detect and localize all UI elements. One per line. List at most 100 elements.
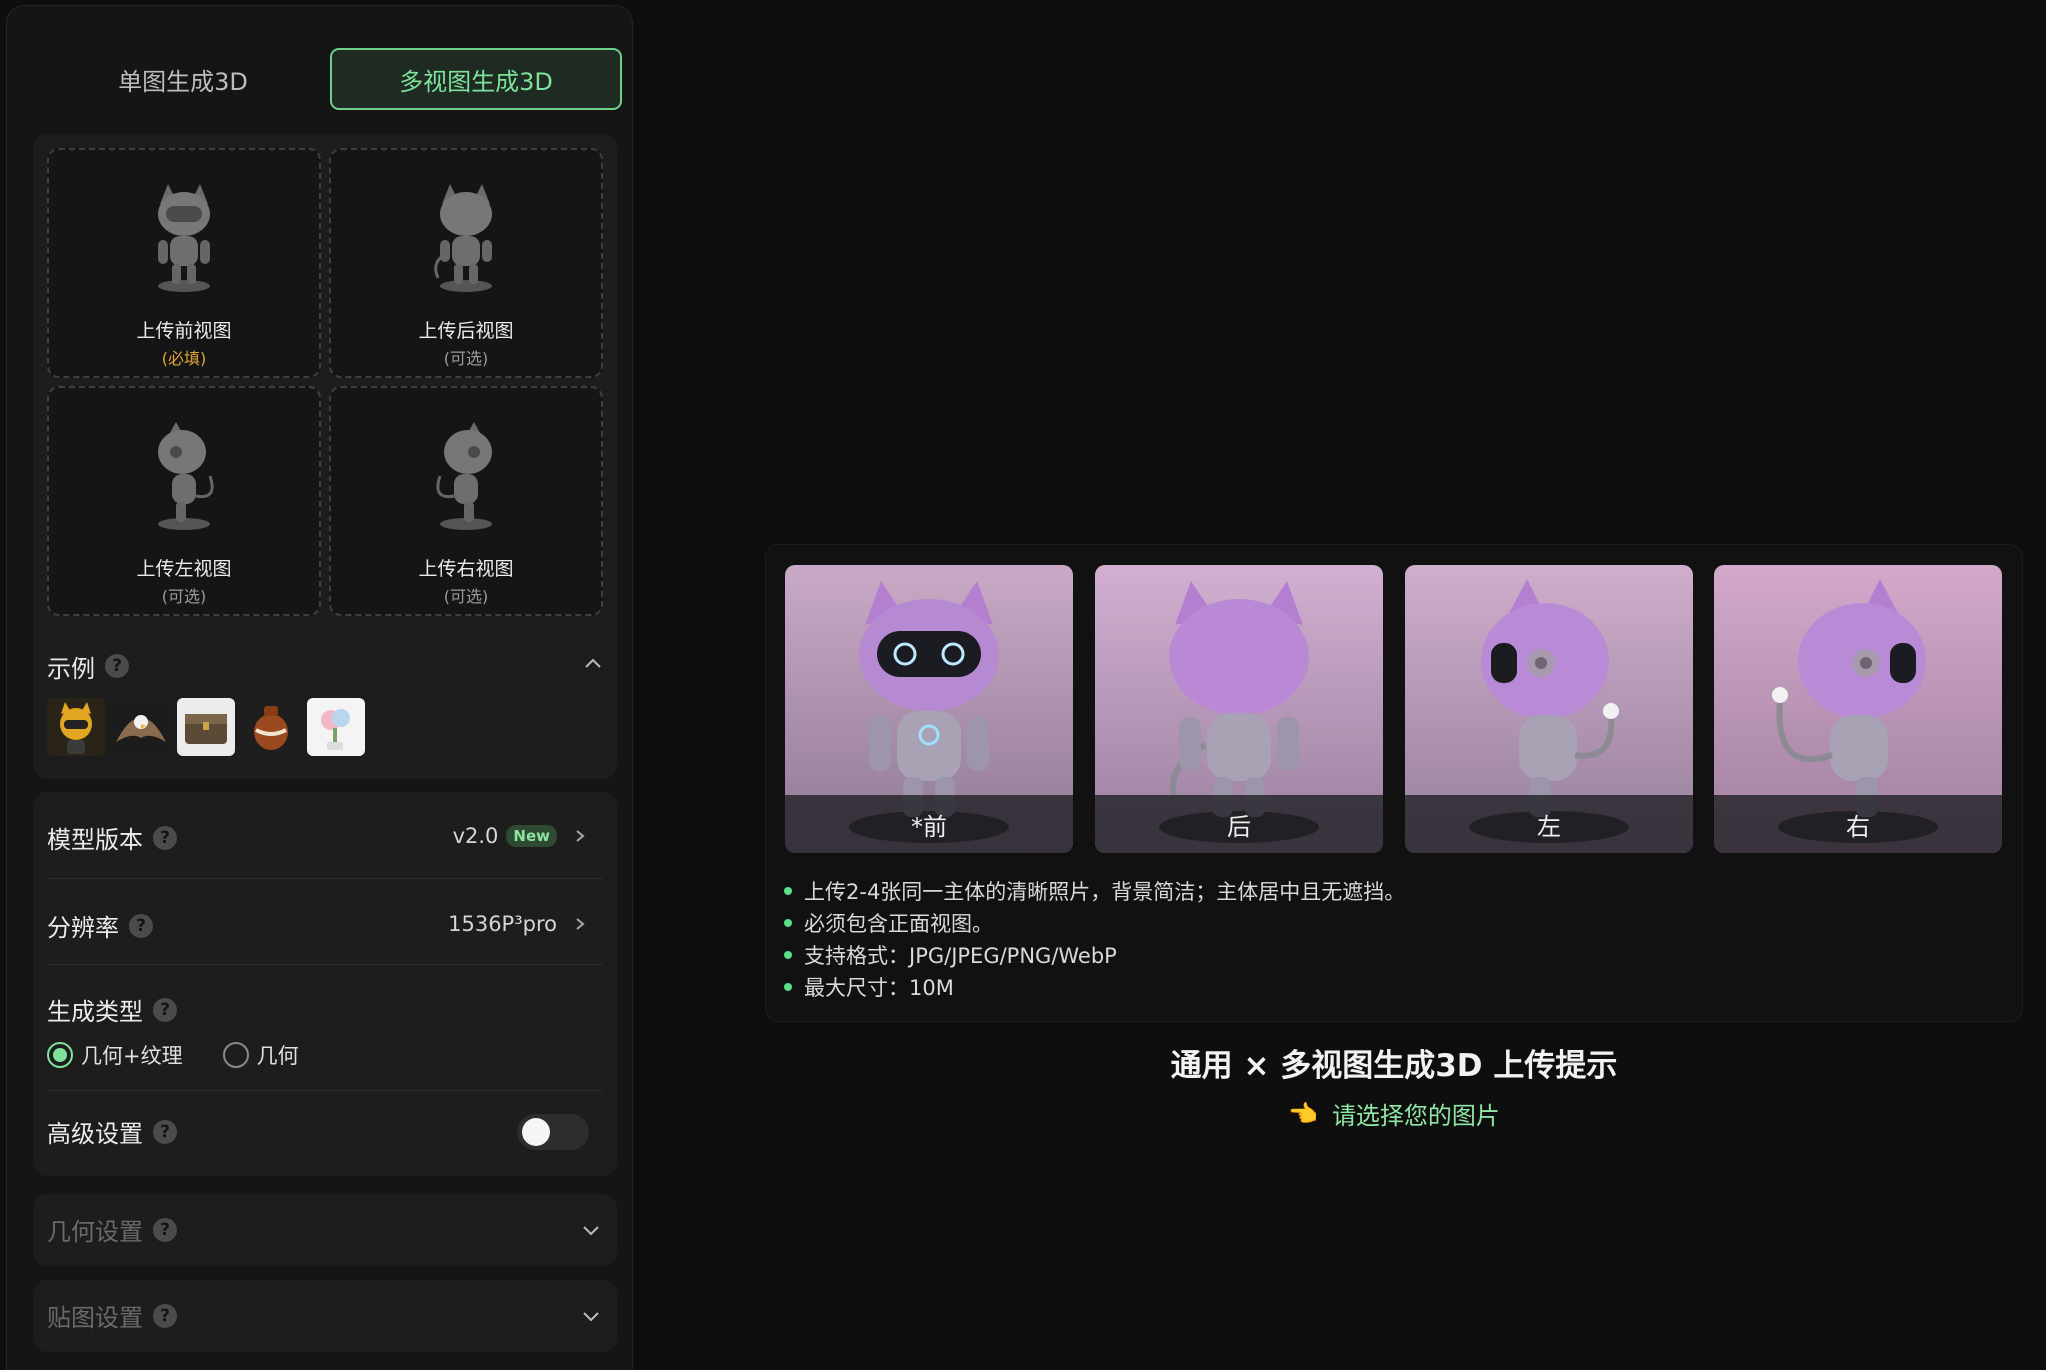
radio-dot-selected xyxy=(47,1042,73,1068)
slot-label: 上传前视图 xyxy=(136,320,232,342)
tip-item: 上传2-4张同一主体的清晰照片，背景简洁；主体居中且无遮挡。 xyxy=(784,875,1405,907)
advanced-label: 高级设置 xyxy=(47,1120,143,1148)
tab-multi-view[interactable]: 多视图生成3D xyxy=(330,48,622,110)
view-caption-right: 右 xyxy=(1714,795,2002,853)
tip-text: 最大尺寸：10M xyxy=(804,976,954,1000)
slot-required-note: (必填) xyxy=(161,349,207,368)
robot-cat-thumb xyxy=(434,184,492,292)
upload-tips: 上传2-4张同一主体的清晰照片，背景简洁；主体居中且无遮挡。 必须包含正面视图。… xyxy=(784,875,1405,1003)
help-icon[interactable]: ? xyxy=(153,1119,177,1144)
view-tile-left: 左 xyxy=(1405,565,1693,853)
slot-optional-note: (可选) xyxy=(443,587,489,606)
bullet-dot xyxy=(784,919,792,927)
slot-label: 上传后视图 xyxy=(418,320,514,342)
settings-panel: 模型版本 ? v2.0 New 分辨率 ? 1536P³pro 生成类型 ? 几… xyxy=(33,792,617,1176)
generation-type-label-wrap: 生成类型 ? xyxy=(47,992,177,1027)
upload-slot-front[interactable]: 上传前视图 (必填) xyxy=(47,148,321,378)
tip-item: 最大尺寸：10M xyxy=(784,971,1405,1003)
texture-settings-label-wrap: 贴图设置 ? xyxy=(47,1298,177,1333)
radio-label: 几何+纹理 xyxy=(81,1044,183,1068)
setting-advanced: 高级设置 ? xyxy=(47,1114,603,1154)
geometry-settings-label-wrap: 几何设置 ? xyxy=(47,1212,177,1247)
robot-cat-thumb xyxy=(158,422,214,530)
upload-hint-subtitle[interactable]: 👈 请选择您的图片 xyxy=(765,1096,2023,1131)
setting-generation-type: 生成类型 ? xyxy=(47,992,603,1032)
examples-header: 示例 ? xyxy=(47,648,607,684)
tip-item: 必须包含正面视图。 xyxy=(784,907,1405,939)
setting-model-version[interactable]: 模型版本 ? v2.0 New xyxy=(47,820,603,860)
resolution-value-wrap: 1536P³pro xyxy=(448,912,587,936)
help-icon[interactable]: ? xyxy=(153,1303,177,1328)
advanced-label-wrap: 高级设置 ? xyxy=(47,1114,177,1149)
mode-tabs: 单图生成3D 多视图生成3D xyxy=(37,48,623,110)
resolution-label-wrap: 分辨率 ? xyxy=(47,908,153,943)
select-image-link[interactable]: 请选择您的图片 xyxy=(1332,1096,1500,1131)
view-caption-front: *前 xyxy=(785,795,1073,853)
new-badge: New xyxy=(506,825,557,847)
chevron-down-icon xyxy=(583,1226,599,1236)
upload-slot-back[interactable]: 上传后视图 (可选) xyxy=(329,148,603,378)
slot-label: 上传左视图 xyxy=(136,558,232,580)
help-icon[interactable]: ? xyxy=(129,913,153,938)
model-version-value-wrap: v2.0 New xyxy=(453,824,587,848)
view-tile-right: 右 xyxy=(1714,565,2002,853)
radio-geometry-texture[interactable]: 几何+纹理 xyxy=(47,1040,183,1070)
advanced-toggle[interactable] xyxy=(517,1114,589,1150)
bullet-dot xyxy=(784,887,792,895)
tip-text: 上传2-4张同一主体的清晰照片，背景简洁；主体居中且无遮挡。 xyxy=(804,880,1406,904)
texture-settings-label: 贴图设置 xyxy=(47,1304,143,1332)
divider xyxy=(47,964,603,965)
radio-geometry[interactable]: 几何 xyxy=(222,1040,299,1070)
radio-label: 几何 xyxy=(256,1044,299,1068)
divider xyxy=(47,878,603,879)
example-eagle[interactable] xyxy=(112,698,170,756)
radio-dot xyxy=(222,1042,249,1068)
chevron-right-icon xyxy=(576,830,585,842)
robot-cat-thumb xyxy=(158,184,210,292)
resolution-label: 分辨率 xyxy=(47,914,119,942)
tip-text: 必须包含正面视图。 xyxy=(804,912,993,936)
tip-text: 支持格式：JPG/JPEG/PNG/WebP xyxy=(804,944,1117,968)
help-icon[interactable]: ? xyxy=(105,654,129,678)
chevron-down-icon xyxy=(583,1312,599,1322)
bullet-dot xyxy=(784,983,792,991)
toggle-knob xyxy=(522,1118,550,1146)
bullet-dot xyxy=(784,951,792,959)
help-icon[interactable]: ? xyxy=(153,997,177,1022)
help-icon[interactable]: ? xyxy=(153,1217,177,1242)
chevron-up-icon[interactable] xyxy=(583,654,603,674)
generation-type-radios: 几何+纹理 几何 xyxy=(47,1040,299,1070)
slot-optional-note: (可选) xyxy=(161,587,207,606)
example-plant[interactable] xyxy=(307,698,365,756)
model-version-label-wrap: 模型版本 ? xyxy=(47,820,177,855)
tip-item: 支持格式：JPG/JPEG/PNG/WebP xyxy=(784,939,1405,971)
setting-resolution[interactable]: 分辨率 ? 1536P³pro xyxy=(47,908,603,948)
left-panel: 单图生成3D 多视图生成3D 上传前视图 (必填) 上传后视图 (可选) 上传左… xyxy=(6,5,633,1370)
texture-settings-collapse[interactable]: 贴图设置 ? xyxy=(33,1280,617,1352)
multi-view-preview-card: *前 后 左 右 上传2-4张同一主体的清晰照片，背景简洁；主体居中且无遮挡。 … xyxy=(765,544,2023,1022)
model-version-value: v2.0 xyxy=(452,824,499,848)
pointing-hand-icon: 👈 xyxy=(1288,1099,1318,1128)
tab-single-image[interactable]: 单图生成3D xyxy=(37,48,329,110)
slot-label: 上传右视图 xyxy=(418,558,514,580)
chevron-right-icon xyxy=(576,918,585,930)
example-cat-robot[interactable] xyxy=(47,698,105,756)
upload-slot-left[interactable]: 上传左视图 (可选) xyxy=(47,386,321,616)
app-root: 单图生成3D 多视图生成3D 上传前视图 (必填) 上传后视图 (可选) 上传左… xyxy=(0,0,2046,1370)
example-thumbnails xyxy=(47,698,365,756)
examples-title: 示例 xyxy=(47,654,95,683)
example-chest[interactable] xyxy=(177,698,235,756)
resolution-value: 1536P³pro xyxy=(448,912,557,936)
view-caption-back: 后 xyxy=(1095,795,1383,853)
help-icon[interactable]: ? xyxy=(153,825,177,850)
geometry-settings-collapse[interactable]: 几何设置 ? xyxy=(33,1194,617,1266)
divider xyxy=(47,1090,603,1091)
geometry-settings-label: 几何设置 xyxy=(47,1218,143,1246)
view-caption-left: 左 xyxy=(1405,795,1693,853)
upload-hint-title: 通用 × 多视图生成3D 上传提示 xyxy=(1170,1048,1618,1084)
robot-cat-thumb xyxy=(436,422,492,530)
view-tile-front: *前 xyxy=(785,565,1073,853)
example-vase[interactable] xyxy=(242,698,300,756)
view-tile-back: 后 xyxy=(1095,565,1383,853)
upload-slot-right[interactable]: 上传右视图 (可选) xyxy=(329,386,603,616)
